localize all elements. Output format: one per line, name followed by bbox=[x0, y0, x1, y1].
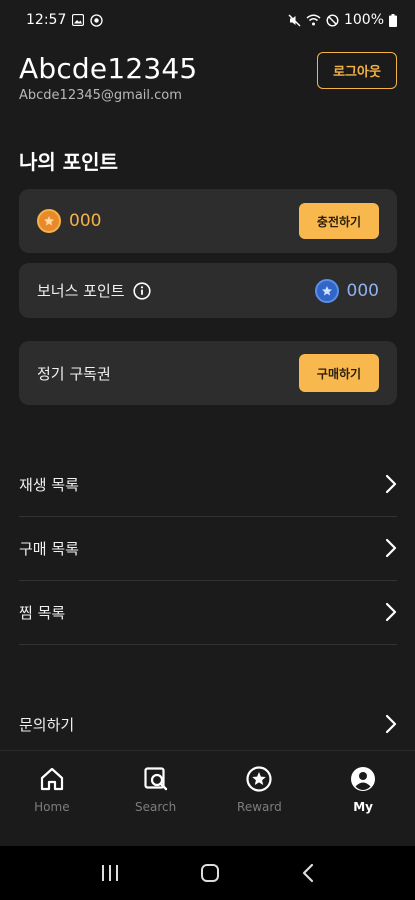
bonus-coin-star-icon bbox=[314, 278, 339, 303]
nav-item-search[interactable]: Search bbox=[104, 751, 208, 846]
chevron-right-icon bbox=[385, 538, 397, 558]
gallery-icon bbox=[72, 14, 85, 26]
battery-icon bbox=[389, 13, 397, 27]
search-icon bbox=[142, 765, 170, 793]
nav-label: Search bbox=[135, 800, 177, 814]
chevron-right-icon bbox=[385, 714, 397, 734]
chevron-right-icon bbox=[385, 602, 397, 622]
status-right: 100% bbox=[288, 12, 397, 28]
home-button-icon[interactable] bbox=[200, 863, 220, 883]
chevron-right-icon bbox=[385, 474, 397, 494]
bonus-label-group: 보너스 포인트 bbox=[37, 280, 151, 301]
points-value: 000 bbox=[69, 211, 102, 231]
system-navigation-bar bbox=[0, 846, 415, 900]
status-left: 12:57 bbox=[26, 12, 104, 28]
nav-item-my[interactable]: My bbox=[311, 751, 415, 846]
menu-item-wishlist[interactable]: 찜 목록 bbox=[19, 580, 397, 644]
user-email: Abcde12345@gmail.com bbox=[19, 88, 182, 103]
profile-header: Abcde12345 Abcde12345@gmail.com 로그아웃 bbox=[19, 52, 397, 103]
star-icon bbox=[245, 765, 273, 793]
bonus-points-value: 000 bbox=[346, 280, 379, 301]
points-balance: 000 bbox=[37, 209, 101, 233]
menu-item-inquiry[interactable]: 문의하기 bbox=[19, 692, 397, 756]
wifi-icon bbox=[306, 14, 321, 26]
bottom-navigation: Home Search Reward My bbox=[0, 750, 415, 846]
menu-divider bbox=[19, 644, 397, 645]
user-icon bbox=[349, 765, 377, 793]
menu-item-label: 재생 목록 bbox=[19, 475, 79, 494]
back-icon[interactable] bbox=[301, 863, 315, 883]
battery-percent: 100% bbox=[343, 12, 384, 28]
nav-label: Home bbox=[34, 800, 70, 814]
bonus-points-label: 보너스 포인트 bbox=[37, 282, 125, 300]
coin-star-icon bbox=[37, 209, 61, 233]
points-card: 000 충전하기 bbox=[19, 189, 397, 253]
buy-subscription-button[interactable]: 구매하기 bbox=[299, 354, 379, 392]
subscription-label: 정기 구독권 bbox=[37, 364, 111, 383]
points-section-title: 나의 포인트 bbox=[19, 150, 118, 174]
subscription-card: 정기 구독권 구매하기 bbox=[19, 341, 397, 405]
status-time: 12:57 bbox=[26, 12, 67, 28]
nav-item-home[interactable]: Home bbox=[0, 751, 104, 846]
home-icon bbox=[38, 765, 66, 793]
no-signal-icon bbox=[326, 13, 339, 27]
recent-apps-icon[interactable] bbox=[100, 864, 120, 882]
nav-label: My bbox=[353, 800, 373, 814]
nav-item-reward[interactable]: Reward bbox=[208, 751, 312, 846]
sync-icon bbox=[90, 13, 104, 27]
menu-item-label: 찜 목록 bbox=[19, 603, 66, 622]
menu-item-label: 문의하기 bbox=[19, 715, 75, 734]
bonus-balance: 000 bbox=[314, 278, 379, 303]
menu-item-playlist[interactable]: 재생 목록 bbox=[19, 452, 397, 516]
info-icon[interactable] bbox=[132, 281, 151, 300]
bonus-points-card: 보너스 포인트 000 bbox=[19, 263, 397, 318]
charge-button[interactable]: 충전하기 bbox=[299, 203, 379, 239]
mute-icon bbox=[288, 14, 301, 27]
logout-button[interactable]: 로그아웃 bbox=[317, 52, 397, 89]
nav-label: Reward bbox=[237, 800, 282, 814]
menu-item-label: 구매 목록 bbox=[19, 539, 79, 558]
status-bar: 12:57 100% bbox=[0, 0, 415, 40]
menu-item-purchases[interactable]: 구매 목록 bbox=[19, 516, 397, 580]
